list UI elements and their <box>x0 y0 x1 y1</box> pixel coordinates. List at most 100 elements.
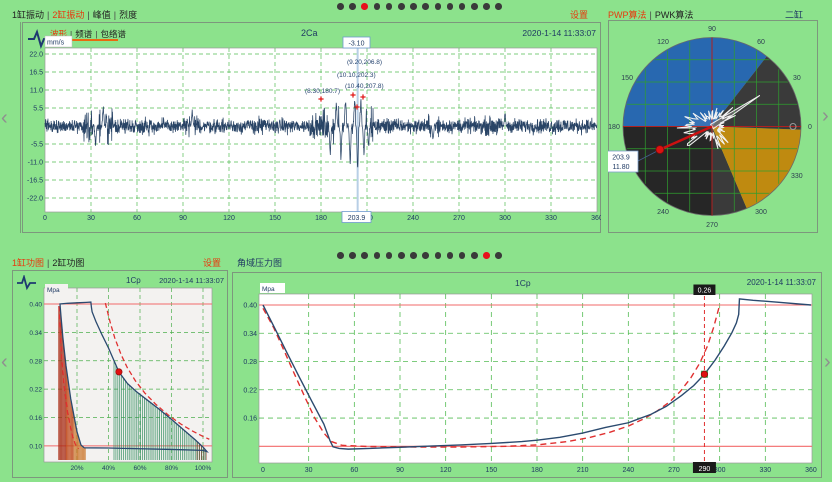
svg-text:290: 290 <box>699 466 711 473</box>
page-dot[interactable] <box>495 252 502 259</box>
page-dot[interactable] <box>361 252 368 259</box>
svg-text:90: 90 <box>708 26 716 33</box>
svg-text:0.10: 0.10 <box>29 443 42 450</box>
svg-text:-22.0: -22.0 <box>27 195 43 202</box>
svg-text:270: 270 <box>706 222 718 229</box>
page-dot[interactable] <box>374 3 381 10</box>
svg-text:(9.20,206.8): (9.20,206.8) <box>347 59 382 66</box>
top-page-dots[interactable] <box>337 3 502 10</box>
page-dot[interactable] <box>447 252 454 259</box>
tab-pwk-algorithm[interactable]: PWK算法 <box>655 10 694 20</box>
tab-cyl2-pv[interactable]: 2缸功图 <box>52 258 84 268</box>
page-dot[interactable] <box>398 252 405 259</box>
svg-text:mm/s: mm/s <box>47 40 65 47</box>
page-dot[interactable] <box>398 3 405 10</box>
svg-text:120: 120 <box>657 39 669 46</box>
svg-text:5.5: 5.5 <box>33 106 43 113</box>
collapse-left-arrow[interactable]: ‹ <box>1 108 8 128</box>
svg-text:0.28: 0.28 <box>29 358 42 365</box>
svg-text:11.0: 11.0 <box>30 88 43 95</box>
page-dot-active[interactable] <box>483 252 490 259</box>
page-dot[interactable] <box>459 3 466 10</box>
page-dot[interactable] <box>471 3 478 10</box>
page-dot[interactable] <box>483 3 490 10</box>
svg-text:0.34: 0.34 <box>29 330 42 337</box>
pv-cursor-dot <box>116 369 122 375</box>
svg-text:-3.10: -3.10 <box>349 41 365 48</box>
collapse-left-arrow-bottom[interactable]: ‹ <box>1 352 8 372</box>
page-dot[interactable] <box>337 3 344 10</box>
svg-text:150: 150 <box>621 75 633 82</box>
page-dot[interactable] <box>459 252 466 259</box>
svg-text:100%: 100% <box>195 465 212 472</box>
tab-cyl2-vibration[interactable]: 2缸振动 <box>52 10 84 20</box>
collapse-right-arrow-bottom[interactable]: › <box>824 352 831 372</box>
page-dot[interactable] <box>349 252 356 259</box>
svg-text:11.80: 11.80 <box>613 164 630 171</box>
page-dot[interactable] <box>447 3 454 10</box>
svg-text:360: 360 <box>591 215 601 222</box>
svg-text:240: 240 <box>622 467 634 474</box>
page-dot-active[interactable] <box>361 3 368 10</box>
needle-dot <box>656 146 664 154</box>
bottom-page-dots[interactable] <box>337 252 502 259</box>
page-dot[interactable] <box>374 252 381 259</box>
tab-peak[interactable]: 峰值 <box>93 10 111 20</box>
svg-text:203.9: 203.9 <box>348 215 366 222</box>
svg-text:203.9: 203.9 <box>612 155 630 162</box>
svg-text:80%: 80% <box>165 465 178 472</box>
polar-rose-chart[interactable]: 0306090120150180240270300330203.911.80 <box>608 20 818 233</box>
angular-pressure-chart[interactable]: 03060901201501802102402703003303600.400.… <box>232 272 822 478</box>
tab-angular-pressure[interactable]: 角域压力图 <box>237 256 282 269</box>
svg-text:210: 210 <box>577 467 589 474</box>
vibration-monitor-app: 1缸振动|2缸振动|峰值|烈度 设置 PWP算法|PWK算法 二缸 ‹ › 波形… <box>0 0 832 482</box>
tab-cyl1-vibration[interactable]: 1缸振动 <box>12 10 44 20</box>
svg-text:40%: 40% <box>102 465 115 472</box>
svg-text:0.34: 0.34 <box>243 331 257 338</box>
svg-text:0.22: 0.22 <box>243 387 257 394</box>
page-dot[interactable] <box>435 3 442 10</box>
svg-text:300: 300 <box>755 209 767 216</box>
svg-text:0.26: 0.26 <box>698 288 712 295</box>
svg-text:360: 360 <box>805 467 817 474</box>
svg-text:300: 300 <box>499 215 511 222</box>
top-settings-button[interactable]: 设置 <box>570 8 588 21</box>
svg-text:Mpa: Mpa <box>262 286 275 293</box>
bottom-settings-button[interactable]: 设置 <box>203 256 221 269</box>
svg-text:30: 30 <box>793 75 801 82</box>
page-dot[interactable] <box>410 252 417 259</box>
page-dot[interactable] <box>422 252 429 259</box>
svg-text:0.40: 0.40 <box>29 302 42 309</box>
page-dot[interactable] <box>435 252 442 259</box>
pv-chart[interactable]: 20%40%60%80%100%0.400.340.280.220.160.10… <box>12 270 228 478</box>
left-splitter[interactable] <box>20 22 21 233</box>
svg-text:60: 60 <box>350 467 358 474</box>
svg-text:240: 240 <box>657 209 669 216</box>
svg-text:-5.5: -5.5 <box>31 141 43 148</box>
svg-text:(10.10,202.3): (10.10,202.3) <box>337 72 376 79</box>
tab-severity[interactable]: 烈度 <box>119 10 137 20</box>
svg-text:30: 30 <box>87 215 95 222</box>
page-dot[interactable] <box>422 3 429 10</box>
page-dot[interactable] <box>495 3 502 10</box>
svg-text:0: 0 <box>43 215 47 222</box>
page-dot[interactable] <box>471 252 478 259</box>
page-dot[interactable] <box>410 3 417 10</box>
svg-text:0.16: 0.16 <box>243 416 257 423</box>
svg-text:120: 120 <box>223 215 235 222</box>
tab-cyl1-pv[interactable]: 1缸功图 <box>12 258 44 268</box>
page-dot[interactable] <box>386 252 393 259</box>
svg-text:330: 330 <box>545 215 557 222</box>
waveform-chart[interactable]: 22.016.511.05.5-5.5-11.0-16.5-22.0030609… <box>22 22 601 233</box>
page-dot[interactable] <box>386 3 393 10</box>
page-dot[interactable] <box>337 252 344 259</box>
page-dot[interactable] <box>349 3 356 10</box>
collapse-right-arrow[interactable]: › <box>822 106 829 126</box>
svg-text:0.40: 0.40 <box>243 303 257 310</box>
svg-text:180: 180 <box>315 215 327 222</box>
svg-text:22.0: 22.0 <box>29 52 43 59</box>
tab-pwp-algorithm[interactable]: PWP算法 <box>608 10 647 20</box>
svg-text:330: 330 <box>791 173 803 180</box>
svg-text:0.16: 0.16 <box>29 415 42 422</box>
svg-text:-16.5: -16.5 <box>27 177 43 184</box>
